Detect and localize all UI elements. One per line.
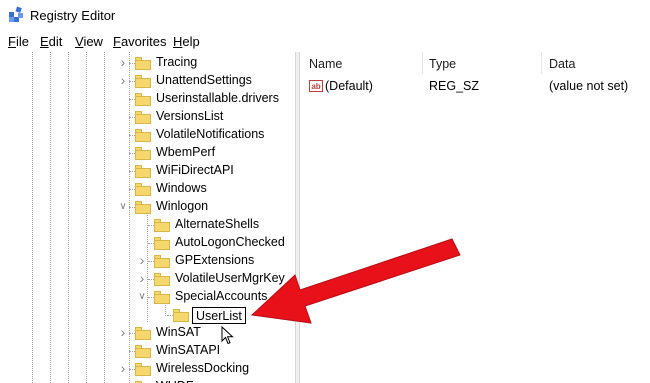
folder-icon — [135, 147, 151, 160]
tree-item-autologonchecked[interactable]: AutoLogonChecked — [0, 234, 295, 252]
tree-item-label: SpecialAccounts — [175, 289, 268, 303]
tree-item-specialaccounts[interactable]: ∨ SpecialAccounts — [0, 288, 295, 306]
folder-icon — [135, 57, 151, 70]
folder-icon — [135, 93, 151, 106]
tree-item-winlogon[interactable]: ∨ Winlogon — [0, 198, 295, 216]
chevron-right-icon[interactable]: › — [118, 55, 128, 69]
tree-item-userinstallable-drivers[interactable]: Userinstallable.drivers — [0, 90, 295, 108]
column-header-type[interactable]: Type — [429, 57, 456, 79]
chevron-right-icon[interactable]: › — [118, 361, 128, 375]
tree-item-label: AlternateShells — [175, 217, 260, 231]
tree-item-label: UnattendSettings — [156, 73, 252, 87]
folder-icon — [173, 309, 189, 322]
tree-item-label: WinSATAPI — [156, 343, 221, 357]
tree-item-volatileusermgrkey[interactable]: › VolatileUserMgrKey — [0, 270, 295, 288]
folder-icon — [135, 183, 151, 196]
chevron-right-icon[interactable]: › — [137, 253, 147, 267]
tree-item-label: VolatileNotifications — [156, 127, 265, 141]
menu-view[interactable]: View — [75, 34, 103, 49]
tree-item-label: WbemPerf — [156, 145, 216, 159]
folder-icon — [154, 255, 170, 268]
window-title: Registry Editor — [30, 8, 116, 23]
chevron-right-icon[interactable]: › — [118, 73, 128, 87]
tree-item-label: Tracing — [156, 55, 198, 69]
tree-item-versionslist[interactable]: VersionsList — [0, 108, 295, 126]
tree-item-label: WUDF — [156, 379, 194, 383]
folder-icon — [154, 273, 170, 286]
tree-item-wirelessdocking[interactable]: › WirelessDocking — [0, 360, 295, 378]
value-type: REG_SZ — [429, 79, 480, 93]
tree-item-userlist[interactable]: UserList — [0, 306, 295, 324]
folder-icon — [135, 345, 151, 358]
tree-item-alternateshells[interactable]: AlternateShells — [0, 216, 295, 234]
chevron-down-icon[interactable]: ∨ — [118, 202, 128, 212]
menu-favorites[interactable]: Favorites — [113, 34, 166, 49]
value-row[interactable]: ab (Default) REG_SZ (value not set) — [300, 78, 650, 96]
tree-item-volatilenotifications[interactable]: VolatileNotifications — [0, 126, 295, 144]
tree-item-wudf[interactable]: ›WUDF — [0, 378, 295, 383]
tree-item-wbemperf[interactable]: WbemPerf — [0, 144, 295, 162]
tree-item-winsatapi[interactable]: WinSATAPI — [0, 342, 295, 360]
folder-icon — [135, 111, 151, 124]
value-name: (Default) — [325, 79, 373, 93]
column-header-data[interactable]: Data — [549, 57, 575, 79]
title-bar[interactable]: Registry Editor — [0, 0, 650, 32]
mouse-cursor-icon — [221, 326, 234, 345]
folder-icon — [135, 327, 151, 340]
tree-item-unattendsettings[interactable]: › UnattendSettings — [0, 72, 295, 90]
tree-item-label: Windows — [156, 181, 207, 195]
folder-icon — [135, 201, 151, 214]
menu-edit[interactable]: Edit — [40, 34, 62, 49]
tree-item-label: GPExtensions — [175, 253, 255, 267]
folder-icon — [154, 291, 170, 304]
value-data: (value not set) — [549, 79, 629, 93]
folder-icon — [135, 75, 151, 88]
chevron-right-icon[interactable]: › — [118, 325, 128, 339]
folder-icon — [135, 129, 151, 142]
folder-icon — [154, 219, 170, 232]
string-value-icon: ab — [309, 80, 323, 92]
tree-item-label: WirelessDocking — [156, 361, 250, 375]
menu-bar: File Edit View Favorites Help — [0, 32, 650, 52]
tree-item-label: Userinstallable.drivers — [156, 91, 279, 105]
registry-editor-icon — [9, 6, 23, 22]
tree-item-label: VersionsList — [156, 109, 224, 123]
folder-icon — [135, 363, 151, 376]
tree-item-label: AutoLogonChecked — [175, 235, 285, 249]
column-header-name[interactable]: Name — [309, 57, 342, 79]
tree-item-label: WinSAT — [156, 325, 201, 339]
registry-editor-window: Registry Editor File Edit View Favorites… — [0, 0, 650, 383]
tree-item-wifidirectapi[interactable]: WiFiDirectAPI — [0, 162, 295, 180]
tree-item-label: VolatileUserMgrKey — [175, 271, 285, 285]
menu-file[interactable]: File — [8, 34, 29, 49]
values-pane[interactable]: Name Type Data ab (Default) REG_SZ (valu… — [300, 52, 650, 383]
folder-icon — [154, 237, 170, 250]
column-divider[interactable] — [422, 52, 423, 74]
tree-item-winsat[interactable]: › WinSAT — [0, 324, 295, 342]
folder-icon — [135, 165, 151, 178]
key-tree-pane[interactable]: › Tracing › UnattendSettings Userinstallable… — [0, 52, 295, 383]
tree-item-tracing[interactable]: › Tracing — [0, 54, 295, 72]
tree-item-label: WiFiDirectAPI — [156, 163, 234, 177]
tree-item-label: Winlogon — [156, 199, 209, 213]
column-divider[interactable] — [541, 52, 542, 74]
menu-help[interactable]: Help — [173, 34, 200, 49]
tree-item-gpextensions[interactable]: › GPExtensions — [0, 252, 295, 270]
chevron-right-icon[interactable]: › — [137, 271, 147, 285]
tree-item-windows[interactable]: Windows — [0, 180, 295, 198]
rename-input[interactable]: UserList — [192, 307, 246, 324]
chevron-down-icon[interactable]: ∨ — [137, 292, 147, 302]
